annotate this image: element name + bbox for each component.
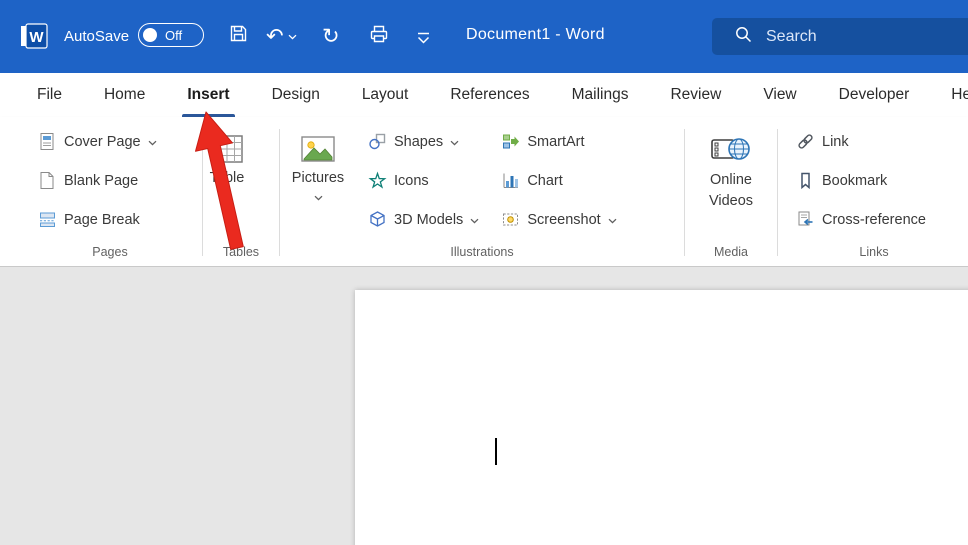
icons-icon — [368, 171, 387, 190]
chevron-down-icon — [608, 212, 617, 228]
ribbon-tab-bar: File Home Insert Design Layout Reference… — [0, 73, 968, 117]
3d-models-button[interactable]: 3D Models — [364, 200, 483, 239]
page-break-label: Page Break — [64, 212, 140, 228]
chart-button[interactable]: Chart — [497, 161, 620, 200]
tab-home[interactable]: Home — [83, 73, 166, 117]
cover-page-icon — [38, 132, 57, 151]
tab-mailings[interactable]: Mailings — [551, 73, 650, 117]
link-icon — [796, 132, 815, 151]
tab-file[interactable]: File — [16, 73, 83, 117]
print-icon — [368, 23, 390, 50]
group-label-illustrations: Illustrations — [286, 245, 678, 259]
word-app-icon[interactable]: W — [20, 22, 48, 50]
chart-icon — [501, 171, 520, 190]
ribbon: Cover Page Blank Page — [0, 117, 968, 267]
svg-text:W: W — [29, 29, 44, 46]
page-break-icon — [38, 210, 57, 229]
ribbon-group-pages: Cover Page Blank Page — [24, 117, 196, 266]
autosave-label: AutoSave — [64, 28, 129, 45]
smartart-icon — [501, 132, 520, 151]
bookmark-icon — [796, 171, 815, 190]
screenshot-label: Screenshot — [527, 212, 600, 228]
group-separator — [279, 129, 280, 256]
tab-view[interactable]: View — [742, 73, 817, 117]
icons-button[interactable]: Icons — [364, 161, 483, 200]
autosave-toggle-knob — [143, 28, 157, 42]
document-title: Document1 - Word — [466, 26, 605, 44]
print-button[interactable] — [368, 23, 390, 49]
ribbon-group-illustrations: Pictures Shapes — [286, 117, 678, 266]
tab-developer[interactable]: Developer — [818, 73, 931, 117]
cross-reference-label: Cross-reference — [822, 212, 926, 228]
group-separator — [777, 129, 778, 256]
title-bar: W AutoSave Off ↶ ↻ — [0, 0, 968, 73]
group-label-media: Media — [691, 245, 771, 259]
blank-page-button[interactable]: Blank Page — [34, 161, 196, 200]
word-window: W AutoSave Off ↶ ↻ — [0, 0, 968, 545]
autosave-toggle[interactable]: Off — [138, 23, 204, 47]
screenshot-button[interactable]: Screenshot — [497, 200, 620, 239]
tab-help[interactable]: Help — [930, 73, 968, 117]
chevron-down-icon — [288, 27, 297, 45]
save-icon — [228, 23, 249, 49]
cover-page-label: Cover Page — [64, 134, 141, 150]
online-videos-button[interactable]: Online Videos — [691, 117, 771, 212]
bookmark-button[interactable]: Bookmark — [792, 161, 964, 200]
document-page[interactable] — [355, 290, 968, 545]
search-icon — [734, 25, 752, 48]
tab-references[interactable]: References — [429, 73, 550, 117]
3d-models-label: 3D Models — [394, 212, 463, 228]
shapes-button[interactable]: Shapes — [364, 122, 483, 161]
tab-review[interactable]: Review — [649, 73, 742, 117]
undo-icon: ↶ — [266, 26, 284, 47]
search-label: Search — [766, 28, 817, 46]
chevron-down-icon — [470, 212, 479, 228]
smartart-label: SmartArt — [527, 134, 584, 150]
blank-page-label: Blank Page — [64, 173, 138, 189]
annotation-arrow — [180, 105, 250, 255]
chevron-down-icon — [148, 134, 157, 150]
chart-label: Chart — [527, 173, 562, 189]
save-button[interactable] — [228, 23, 249, 49]
3d-models-icon — [368, 210, 387, 229]
bookmark-label: Bookmark — [822, 173, 887, 189]
ribbon-group-links: Link Bookmark — [784, 117, 964, 266]
shapes-label: Shapes — [394, 134, 443, 150]
ribbon-group-media: Online Videos Media — [691, 117, 771, 266]
shapes-icon — [368, 132, 387, 151]
page-break-button[interactable]: Page Break — [34, 200, 196, 239]
pictures-button[interactable]: Pictures — [286, 117, 350, 239]
icons-label: Icons — [394, 173, 429, 189]
search-box[interactable]: Search — [712, 18, 968, 55]
undo-button[interactable]: ↶ — [266, 23, 297, 49]
smartart-button[interactable]: SmartArt — [497, 122, 620, 161]
chevron-down-icon — [450, 134, 459, 150]
screenshot-icon — [501, 210, 520, 229]
link-label: Link — [822, 134, 849, 150]
group-label-pages: Pages — [24, 245, 196, 259]
pictures-label: Pictures — [292, 170, 344, 186]
redo-button[interactable]: ↻ — [322, 23, 340, 49]
cross-reference-icon — [796, 210, 815, 229]
tab-layout[interactable]: Layout — [341, 73, 430, 117]
redo-icon: ↻ — [322, 26, 340, 47]
link-button[interactable]: Link — [792, 122, 964, 161]
tab-design[interactable]: Design — [251, 73, 341, 117]
annotation-arrow-shape — [196, 112, 244, 249]
cover-page-button[interactable]: Cover Page — [34, 122, 196, 161]
customize-quick-access-button[interactable] — [416, 28, 431, 54]
pictures-icon — [299, 131, 337, 167]
group-label-links: Links — [784, 245, 964, 259]
autosave-state-label: Off — [165, 28, 182, 43]
online-videos-icon — [710, 131, 752, 167]
customize-quick-access-icon — [416, 32, 431, 51]
blank-page-icon — [38, 171, 57, 190]
chevron-down-icon — [314, 189, 323, 205]
group-separator — [684, 129, 685, 256]
document-area — [0, 267, 968, 545]
text-cursor — [495, 438, 497, 465]
cross-reference-button[interactable]: Cross-reference — [792, 200, 964, 239]
online-videos-label: Online Videos — [704, 170, 758, 212]
